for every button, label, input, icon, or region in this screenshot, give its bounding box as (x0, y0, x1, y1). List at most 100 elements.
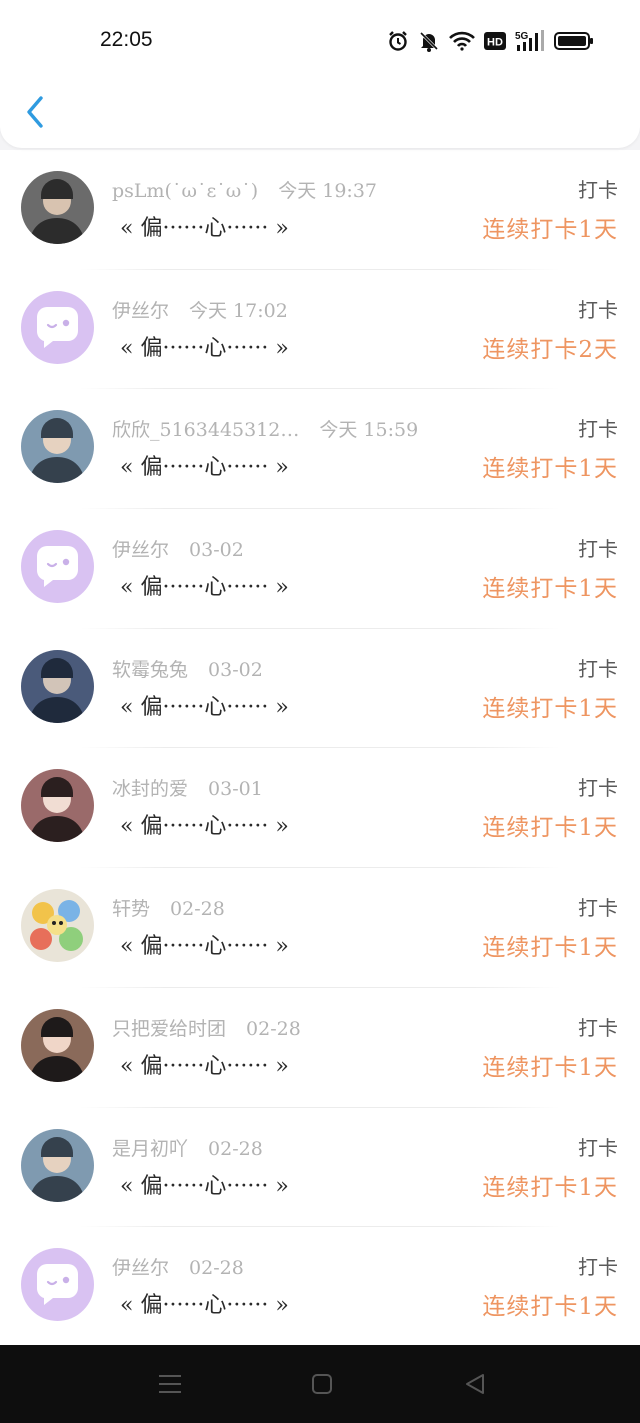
streak-label: 连续打卡1天 (482, 1174, 618, 1201)
record-quote: « 偏······心······ » (120, 575, 289, 601)
avatar[interactable] (21, 649, 94, 723)
checkin-row[interactable]: psLm(˙ω˙ε˙ω˙) 今天 19:37 « 偏······心······ » 打… (0, 150, 640, 270)
record-quote: « 偏······心······ » (120, 1053, 289, 1079)
username[interactable]: psLm(˙ω˙ε˙ω˙) (112, 180, 258, 202)
record-meta: psLm(˙ω˙ε˙ω˙) 今天 19:37 (112, 176, 377, 203)
checkin-row[interactable]: 伊丝尔 03-02 « 偏······心······ » 打卡连续打卡1天 (0, 509, 640, 629)
record-quote: « 偏······心······ » (120, 934, 289, 960)
record-meta: 只把爱给时团 02-28 (112, 1014, 301, 1041)
checkin-list: psLm(˙ω˙ε˙ω˙) 今天 19:37 « 偏······心······ » 打… (0, 150, 640, 1345)
record-meta: 轩势 02-28 (112, 894, 225, 921)
record-meta: 伊丝尔 02-28 (112, 1253, 244, 1280)
username[interactable]: 伊丝尔 (112, 1257, 169, 1279)
back-button[interactable] (18, 90, 52, 134)
avatar[interactable] (21, 530, 94, 604)
streak-label: 连续打卡1天 (482, 935, 618, 962)
5g-signal-icon: 5G (515, 30, 545, 52)
status-bar: 22:05 HD 5G (0, 22, 640, 62)
record-type: 打卡 (578, 1255, 618, 1280)
record-quote: « 偏······心······ » (120, 216, 289, 241)
status-time: 22:05 (100, 28, 153, 51)
record-date: 今天 19:37 (278, 180, 377, 202)
alarm-icon (387, 30, 409, 52)
username[interactable]: 轩势 (112, 898, 150, 920)
record-quote: « 偏······心······ » (120, 1293, 289, 1319)
streak-label: 连续打卡1天 (482, 695, 618, 722)
record-type: 打卡 (578, 178, 618, 202)
username[interactable]: 欣欣_5163445312… (112, 419, 299, 441)
home-button[interactable] (302, 1367, 342, 1401)
menu-icon (159, 1375, 181, 1393)
username[interactable]: 只把爱给时团 (112, 1018, 226, 1040)
record-date: 今天 15:59 (319, 419, 419, 442)
username[interactable]: 伊丝尔 (112, 539, 169, 561)
checkin-row[interactable]: 欣欣_5163445312… 今天 15:59 « 偏······心······ »… (0, 389, 640, 510)
streak-label: 连续打卡1天 (482, 576, 618, 603)
screen: 22:05 HD 5G psLm(˙ω˙ε˙ω˙) 今天 19:37 « 偏··… (0, 0, 640, 1423)
streak-label: 连续打卡2天 (482, 336, 618, 363)
record-date: 03-02 (208, 658, 263, 681)
record-meta: 是月初吖 02-28 (112, 1134, 263, 1161)
username[interactable]: 冰封的爱 (112, 778, 188, 800)
header-bar: 22:05 HD 5G (0, 0, 640, 148)
record-type: 打卡 (578, 896, 618, 921)
record-type: 打卡 (578, 1135, 618, 1160)
svg-text:HD: HD (487, 37, 503, 49)
record-meta: 冰封的爱 03-01 (112, 774, 263, 801)
streak-label: 连续打卡1天 (482, 1054, 618, 1081)
streak-label: 连续打卡1天 (482, 815, 618, 842)
record-date: 02-28 (189, 1257, 244, 1280)
record-type: 打卡 (578, 1015, 618, 1040)
record-quote: « 偏······心······ » (120, 335, 289, 361)
wifi-icon (449, 31, 475, 51)
record-meta: 欣欣_5163445312… 今天 15:59 (112, 415, 418, 442)
record-type: 打卡 (578, 656, 618, 681)
status-icons: HD 5G (387, 30, 594, 52)
system-nav-bar (0, 1345, 640, 1423)
record-type: 打卡 (578, 297, 618, 322)
checkin-row[interactable]: 伊丝尔 02-28 « 偏······心······ » 打卡 连续打卡1天 (0, 1227, 640, 1345)
record-date: 02-28 (246, 1017, 301, 1040)
svg-text:5G: 5G (515, 31, 529, 42)
avatar[interactable] (21, 769, 94, 843)
avatar[interactable] (21, 889, 94, 963)
checkin-row[interactable]: 轩势 02-28 « 偏······心······ » 打卡连续打卡1天 (0, 868, 640, 988)
record-date: 今天 17:02 (189, 299, 288, 322)
record-type: 打卡 (578, 776, 618, 801)
back-nav-button[interactable] (455, 1367, 495, 1401)
menu-button[interactable] (150, 1367, 190, 1401)
hd-icon: HD (484, 32, 506, 50)
record-meta: 伊丝尔 今天 17:02 (112, 296, 288, 323)
record-meta: 伊丝尔 03-02 (112, 535, 244, 562)
checkin-row[interactable]: 软霉兔兔 03-02 « 偏······心······ » 打卡连续打卡1天 (0, 629, 640, 749)
mute-bell-icon (418, 30, 440, 52)
home-square-icon (312, 1374, 332, 1394)
record-quote: « 偏······心······ » (120, 694, 289, 720)
record-quote: « 偏······心······ » (120, 814, 289, 840)
checkin-row[interactable]: 只把爱给时团 02-28 « 偏······心······ » 打卡连续打卡1天 (0, 988, 640, 1108)
battery-icon (554, 31, 594, 51)
avatar[interactable] (21, 1248, 94, 1322)
record-type: 打卡 (578, 537, 618, 562)
record-quote: « 偏······心······ » (120, 455, 289, 481)
avatar[interactable] (21, 171, 94, 244)
avatar[interactable] (21, 1128, 94, 1202)
checkin-row[interactable]: 是月初吖 02-28 « 偏······心······ » 打卡连续打卡1天 (0, 1108, 640, 1228)
record-date: 02-28 (208, 1137, 263, 1160)
streak-label: 连续打卡1天 (482, 456, 618, 483)
checkin-row[interactable]: 冰封的爱 03-01 « 偏······心······ » 打卡连续打卡1天 (0, 748, 640, 869)
record-date: 03-01 (208, 778, 263, 801)
username[interactable]: 伊丝尔 (112, 300, 169, 322)
username[interactable]: 是月初吖 (112, 1138, 188, 1160)
avatar[interactable] (21, 290, 94, 364)
record-date: 02-28 (170, 898, 225, 921)
chevron-left-icon (27, 96, 43, 128)
avatar[interactable] (21, 1008, 94, 1082)
record-date: 03-02 (189, 539, 244, 562)
record-quote: « 偏······心······ » (120, 1173, 289, 1199)
avatar[interactable] (21, 410, 94, 484)
back-triangle-icon (466, 1374, 484, 1394)
username[interactable]: 软霉兔兔 (112, 659, 188, 681)
record-meta: 软霉兔兔 03-02 (112, 655, 263, 682)
checkin-row[interactable]: 伊丝尔 今天 17:02 « 偏······心······ » 打卡连续打卡2天 (0, 270, 640, 390)
